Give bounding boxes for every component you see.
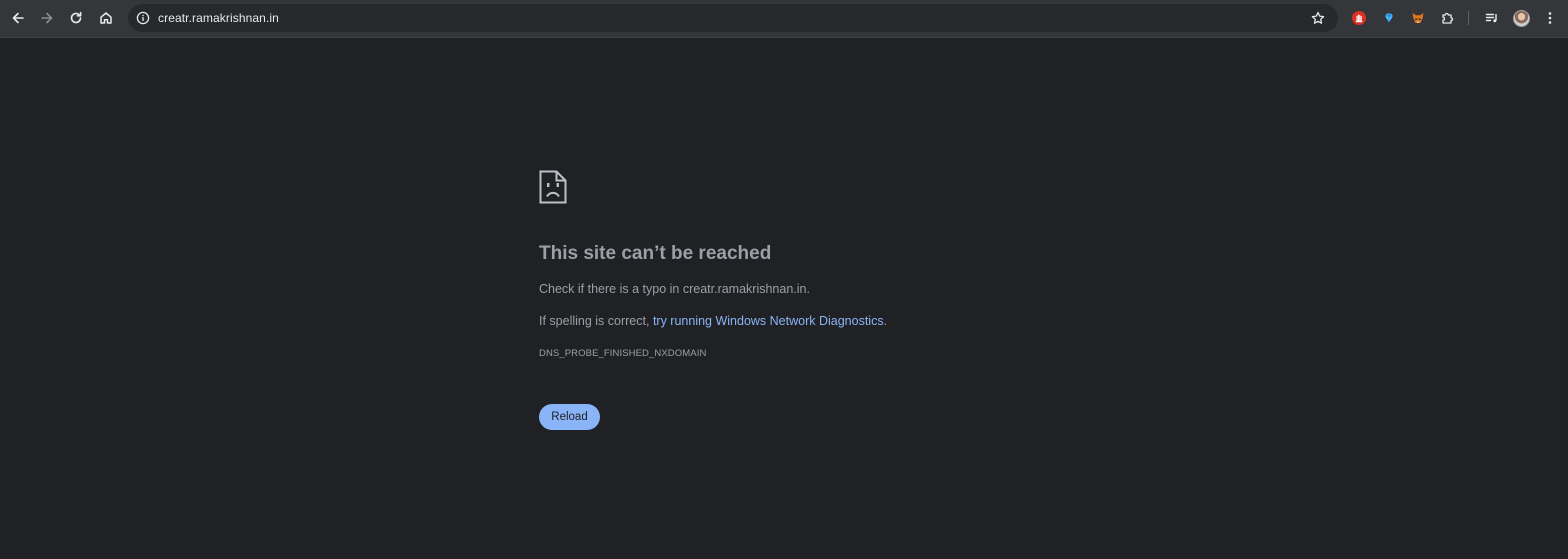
info-icon[interactable] (135, 10, 151, 26)
typo-hint-suffix: . (806, 282, 810, 296)
address-bar[interactable]: creatr.ramakrishnan.in (128, 4, 1338, 32)
back-button[interactable] (6, 6, 30, 30)
fox-extension-icon (1412, 13, 1424, 23)
error-code: DNS_PROBE_FINISHED_NXDOMAIN (539, 348, 707, 359)
browser-toolbar: creatr.ramakrishnan.in (0, 0, 1568, 38)
typo-hint: Check if there is a typo in creatr.ramak… (539, 282, 810, 296)
reading-list-icon (1485, 13, 1497, 23)
diamond-extension-icon (1385, 13, 1393, 23)
star-icon[interactable] (1310, 10, 1326, 26)
arrow-left-icon (12, 12, 24, 24)
arrow-right-icon (41, 12, 53, 24)
diagnostics-hint: If spelling is correct, try running Wind… (539, 314, 887, 328)
reload-button[interactable]: Reload (539, 404, 600, 430)
home-button[interactable] (94, 6, 118, 30)
sad-document-icon (539, 170, 567, 204)
forward-button[interactable] (35, 6, 59, 30)
home-icon (100, 12, 112, 24)
puzzle-icon (1442, 12, 1454, 24)
typo-hint-host: creatr.ramakrishnan.in (682, 282, 807, 296)
typo-hint-prefix: Check if there is a typo in (539, 282, 683, 296)
fox-extension-button[interactable] (1410, 10, 1426, 26)
reading-list-button[interactable] (1484, 10, 1500, 26)
kebab-menu-icon (1548, 12, 1552, 24)
network-diagnostics-link[interactable]: try running Windows Network Diagnostics (653, 314, 884, 328)
extensions-button[interactable] (1440, 10, 1456, 26)
reload-icon (70, 11, 82, 24)
error-title: This site can’t be reached (539, 243, 772, 264)
avatar[interactable] (1513, 10, 1530, 27)
reload-browser-button[interactable] (64, 6, 88, 30)
hand-stop-extension-icon (1352, 11, 1366, 25)
diagnostics-hint-suffix: . (883, 314, 888, 328)
diamond-extension-button[interactable] (1381, 10, 1397, 26)
hand-stop-extension-button[interactable] (1351, 10, 1367, 26)
diagnostics-hint-prefix: If spelling is correct, (539, 314, 653, 328)
toolbar-divider (1468, 11, 1469, 25)
url-text[interactable]: creatr.ramakrishnan.in (158, 11, 279, 25)
menu-button[interactable] (1542, 10, 1558, 26)
